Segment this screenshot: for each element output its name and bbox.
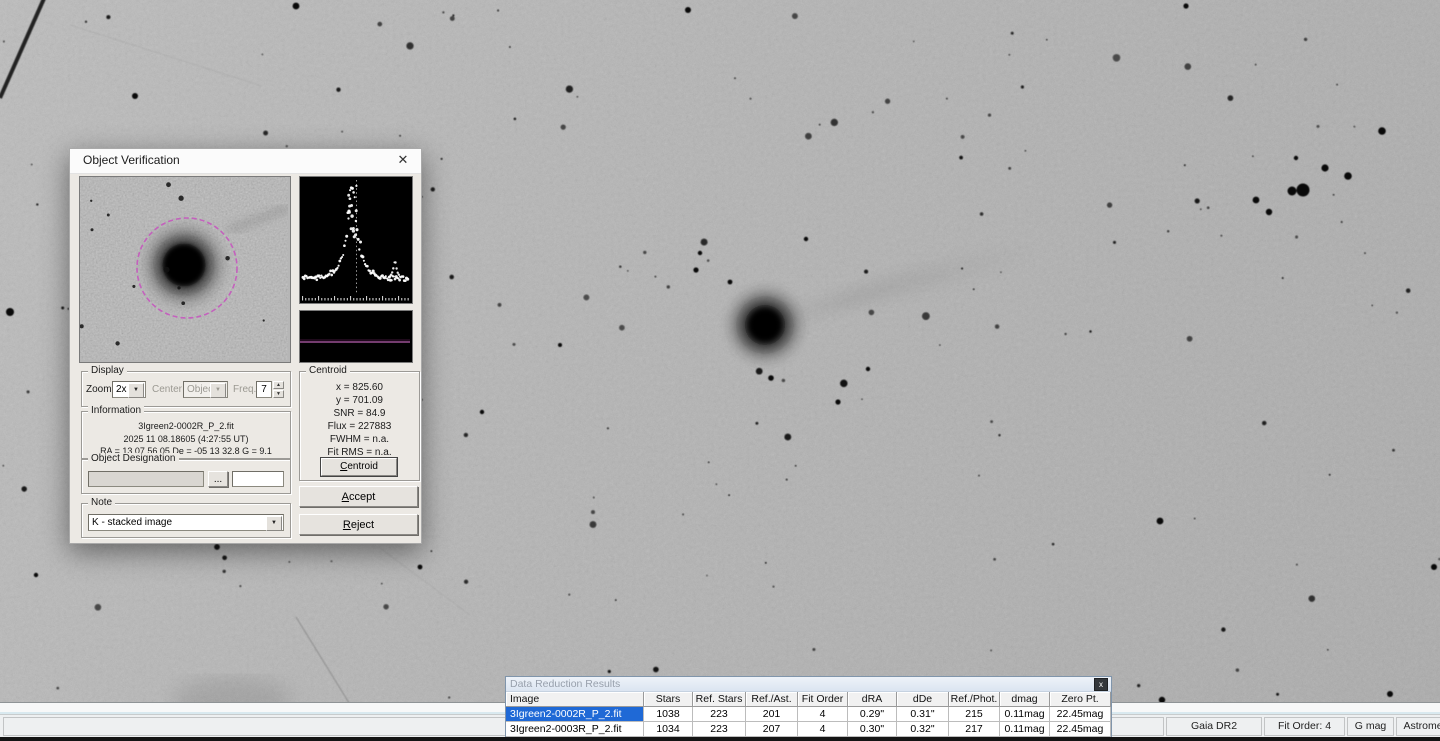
centroid-group: Centroid x = 825.60 y = 701.09 SNR = 84.… xyxy=(299,371,420,481)
drr-title: Data Reduction Results xyxy=(510,678,620,690)
table-cell[interactable]: 0.11mag xyxy=(1000,722,1050,737)
centroid-flux: Flux = 227883 xyxy=(300,420,419,433)
column-header-ref-stars[interactable]: Ref. Stars xyxy=(693,692,746,707)
centroid-button[interactable]: Centroid xyxy=(321,458,397,476)
drr-table-header: ImageStarsRef. StarsRef./Ast.Fit OrderdR… xyxy=(506,692,1111,707)
reject-button[interactable]: Reject xyxy=(299,514,418,535)
column-header-dde[interactable]: dDe xyxy=(897,692,949,707)
note-group: Note K - stacked image ▼ xyxy=(81,503,291,538)
object-designation-group: Object Designation ... xyxy=(81,459,291,494)
table-cell[interactable]: 201 xyxy=(746,707,798,722)
browse-button-label: ... xyxy=(209,472,227,487)
close-icon[interactable]: ✕ xyxy=(394,152,412,168)
image-slice-panel xyxy=(299,310,413,363)
accept-button[interactable]: Accept xyxy=(299,486,418,507)
column-header-dmag[interactable]: dmag xyxy=(1000,692,1050,707)
table-cell[interactable]: 3Igreen2-0003R_P_2.fit xyxy=(506,722,644,737)
image-filename: 3Igreen2-0002R_P_2.fit xyxy=(82,420,290,433)
table-cell[interactable]: 1034 xyxy=(644,722,693,737)
object-thumbnail[interactable] xyxy=(79,176,291,363)
table-cell[interactable]: 217 xyxy=(949,722,1000,737)
table-cell[interactable]: 0.32" xyxy=(897,722,949,737)
column-header-ref-phot-[interactable]: Ref./Phot. xyxy=(949,692,1000,707)
drr-table-body: 3Igreen2-0002R_P_2.fit103822320140.29"0.… xyxy=(506,707,1111,737)
table-cell[interactable]: 0.11mag xyxy=(1000,707,1050,722)
dialog-title: Object Verification xyxy=(83,153,180,167)
column-header-stars[interactable]: Stars xyxy=(644,692,693,707)
center-label: Center xyxy=(152,384,182,395)
designation-code-input[interactable] xyxy=(232,471,284,487)
table-row[interactable]: 3Igreen2-0002R_P_2.fit103822320140.29"0.… xyxy=(506,707,1111,722)
screen-bottom-edge xyxy=(0,737,1440,741)
centroid-button-label: Centroid xyxy=(322,459,396,475)
zoom-select[interactable]: 2x ▼ xyxy=(112,381,146,398)
freq-value[interactable]: 7 xyxy=(256,381,272,398)
designation-input[interactable] xyxy=(88,471,204,487)
freq-stepper[interactable]: 7 ▲ ▼ xyxy=(256,381,284,398)
centroid-x: x = 825.60 xyxy=(300,381,419,394)
information-group: Information 3Igreen2-0002R_P_2.fit 2025 … xyxy=(81,411,291,459)
spin-down-icon[interactable]: ▼ xyxy=(273,390,284,398)
close-icon[interactable]: x xyxy=(1094,678,1108,691)
status-segment-app-name: Astrome xyxy=(1396,717,1440,736)
column-header-dra[interactable]: dRA xyxy=(848,692,897,707)
note-select[interactable]: K - stacked image ▼ xyxy=(88,514,284,531)
centroid-y: y = 701.09 xyxy=(300,394,419,407)
table-cell[interactable]: 223 xyxy=(693,722,746,737)
object-verification-dialog: Object Verification ✕ xyxy=(69,148,422,544)
spin-up-icon[interactable]: ▲ xyxy=(273,381,284,389)
dialog-titlebar[interactable]: Object Verification ✕ xyxy=(70,149,421,174)
column-header-zero-pt-[interactable]: Zero Pt. xyxy=(1050,692,1111,707)
astrometrica-app: Gaia DR2 Fit Order: 4 G mag Astrome Obje… xyxy=(0,0,1440,741)
status-segment-mag-band: G mag xyxy=(1347,717,1394,736)
status-segment-blank xyxy=(1110,717,1164,736)
drr-titlebar[interactable]: Data Reduction Results x xyxy=(506,677,1111,692)
table-cell[interactable]: 22.45mag xyxy=(1050,707,1111,722)
centroid-readout: x = 825.60 y = 701.09 SNR = 84.9 Flux = … xyxy=(300,381,419,459)
display-group: Display Zoom 2x ▼ Center Object ▼ Freq. … xyxy=(81,371,291,407)
centroid-snr: SNR = 84.9 xyxy=(300,407,419,420)
table-row[interactable]: 3Igreen2-0003R_P_2.fit103422320740.30"0.… xyxy=(506,722,1111,737)
table-cell[interactable]: 22.45mag xyxy=(1050,722,1111,737)
chevron-down-icon[interactable]: ▼ xyxy=(266,516,282,531)
table-cell[interactable]: 0.29" xyxy=(848,707,897,722)
psf-profile-plot xyxy=(299,176,413,304)
table-cell[interactable]: 4 xyxy=(798,707,848,722)
browse-button[interactable]: ... xyxy=(208,471,228,487)
table-cell[interactable]: 0.31" xyxy=(897,707,949,722)
table-cell[interactable]: 223 xyxy=(693,707,746,722)
zoom-label: Zoom xyxy=(86,384,112,395)
table-cell[interactable]: 4 xyxy=(798,722,848,737)
status-segment-catalog: Gaia DR2 xyxy=(1166,717,1262,736)
status-segment-fit-order: Fit Order: 4 xyxy=(1264,717,1345,736)
note-group-label: Note xyxy=(88,497,115,509)
center-select: Object ▼ xyxy=(183,381,228,398)
display-group-label: Display xyxy=(88,365,127,377)
observation-datetime: 2025 11 08.18605 (4:27:55 UT) xyxy=(82,433,290,446)
table-cell[interactable]: 207 xyxy=(746,722,798,737)
dialog-body: Display Zoom 2x ▼ Center Object ▼ Freq. … xyxy=(70,173,421,543)
accept-button-label: Accept xyxy=(300,488,417,506)
chevron-down-icon[interactable]: ▼ xyxy=(128,383,144,398)
centroid-group-label: Centroid xyxy=(306,365,350,377)
column-header-ref-ast-[interactable]: Ref./Ast. xyxy=(746,692,798,707)
note-value: K - stacked image xyxy=(92,517,172,528)
table-cell[interactable]: 0.30" xyxy=(848,722,897,737)
information-text: 3Igreen2-0002R_P_2.fit 2025 11 08.18605 … xyxy=(82,420,290,458)
data-reduction-results-window: Data Reduction Results x ImageStarsRef. … xyxy=(505,676,1112,737)
column-header-fit-order[interactable]: Fit Order xyxy=(798,692,848,707)
table-cell[interactable]: 1038 xyxy=(644,707,693,722)
freq-label: Freq. xyxy=(233,384,256,395)
column-header-image[interactable]: Image xyxy=(506,692,644,707)
centroid-fwhm: FWHM = n.a. xyxy=(300,433,419,446)
information-group-label: Information xyxy=(88,405,144,417)
object-designation-label: Object Designation xyxy=(88,453,179,465)
table-cell[interactable]: 3Igreen2-0002R_P_2.fit xyxy=(506,707,644,722)
table-cell[interactable]: 215 xyxy=(949,707,1000,722)
chevron-down-icon: ▼ xyxy=(210,383,226,398)
zoom-value: 2x xyxy=(116,384,127,395)
reject-button-label: Reject xyxy=(300,516,417,534)
